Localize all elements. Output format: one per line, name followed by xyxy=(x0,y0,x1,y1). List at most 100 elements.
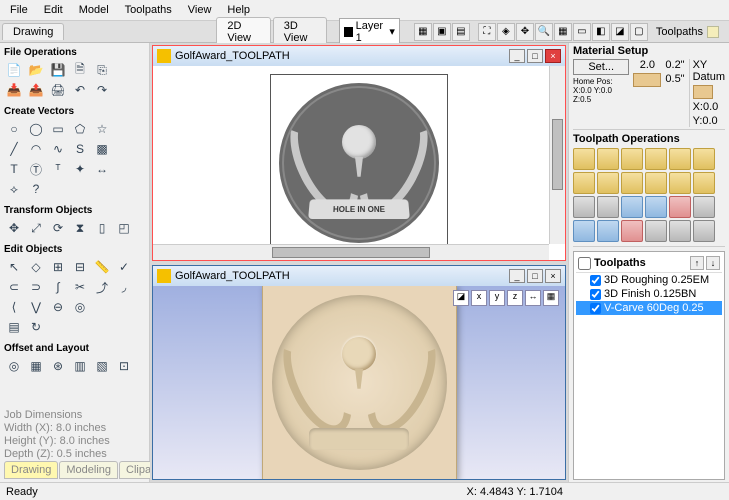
plate-icon[interactable]: ▧ xyxy=(92,356,112,376)
drawing-panel-tab[interactable]: Drawing xyxy=(2,23,64,40)
distort-icon[interactable]: ◰ xyxy=(114,218,134,238)
tab-3d-view[interactable]: 3D View xyxy=(273,17,327,46)
measure-icon[interactable]: 📏 xyxy=(92,257,112,277)
pin-icon[interactable] xyxy=(707,26,719,38)
draw-polygon-icon[interactable]: ⬠ xyxy=(70,119,90,139)
size-icon[interactable]: ⤢ xyxy=(26,218,46,238)
draw-curve-icon[interactable]: ∿ xyxy=(48,139,68,159)
draw-arc-icon[interactable]: ◠ xyxy=(26,139,46,159)
scrollbar-vertical[interactable] xyxy=(549,66,565,244)
zoom-selected-icon[interactable]: ◈ xyxy=(497,23,515,41)
btab-drawing[interactable]: Drawing xyxy=(4,461,58,479)
trace-bitmap-icon[interactable]: ✦ xyxy=(70,159,90,179)
text-on-curve-icon[interactable]: ᵀ xyxy=(48,159,68,179)
scrollbar-v-thumb[interactable] xyxy=(552,119,563,190)
select-icon[interactable]: ↖ xyxy=(4,257,24,277)
undo-icon[interactable]: ↶ xyxy=(70,80,90,100)
array-copy-icon[interactable]: ▤ xyxy=(4,317,24,337)
merge-toolpath-icon[interactable] xyxy=(597,220,619,242)
draw-line-icon[interactable]: ╱ xyxy=(4,139,24,159)
export-toolpath-icon[interactable] xyxy=(645,220,667,242)
snap-toggle-icon[interactable]: ▣ xyxy=(433,23,451,41)
new-file-icon[interactable]: 📄 xyxy=(4,60,24,80)
export-icon[interactable]: 📤 xyxy=(26,80,46,100)
text-arc-icon[interactable]: Ⓣ xyxy=(26,159,46,179)
texture-toolpath-icon[interactable] xyxy=(597,172,619,194)
calculator-icon[interactable] xyxy=(693,196,715,218)
minimize-button[interactable]: _ xyxy=(509,49,525,63)
batch-icon[interactable] xyxy=(693,220,715,242)
stop-icon[interactable] xyxy=(621,220,643,242)
summary-icon[interactable] xyxy=(645,196,667,218)
toolpath-item[interactable]: 3D Finish 0.125BN xyxy=(576,287,722,301)
iso-view-icon[interactable]: ◪ xyxy=(453,290,469,306)
3d-canvas-area[interactable]: ◪ x y z ↔ ▦ xyxy=(153,286,565,480)
vector-texture-icon[interactable]: ▩ xyxy=(92,139,112,159)
move-down-icon[interactable]: ↓ xyxy=(706,256,720,270)
close-button[interactable]: × xyxy=(545,269,561,283)
toolpaths-panel-tab[interactable]: Toolpaths xyxy=(648,26,727,38)
menu-model[interactable]: Model xyxy=(73,2,115,18)
menu-edit[interactable]: Edit xyxy=(38,2,69,18)
ungroup-icon[interactable]: ⊟ xyxy=(70,257,90,277)
maximize-button[interactable]: □ xyxy=(527,49,543,63)
view-toggle-icon[interactable]: ▦ xyxy=(543,290,559,306)
profile-toolpath-icon[interactable] xyxy=(573,148,595,170)
circular-copy-icon[interactable]: ↻ xyxy=(26,317,46,337)
import-icon[interactable]: 📥 xyxy=(4,80,24,100)
menu-help[interactable]: Help xyxy=(221,2,256,18)
layer-selector[interactable]: Layer 1 ▾ xyxy=(339,18,400,46)
pocket-toolpath-icon[interactable] xyxy=(597,148,619,170)
btab-modeling[interactable]: Modeling xyxy=(59,461,118,479)
zoom-window-icon[interactable]: 🔍 xyxy=(535,23,553,41)
fillet-icon[interactable]: ◞ xyxy=(114,277,134,297)
interactive-trim-icon[interactable]: ⋁ xyxy=(26,297,46,317)
save-toolpath-icon[interactable] xyxy=(573,220,595,242)
text-icon[interactable]: T xyxy=(4,159,24,179)
rotate-icon[interactable]: ⟳ xyxy=(48,218,68,238)
toggle-3d-icon[interactable]: ◧ xyxy=(592,23,610,41)
estimate-time-icon[interactable] xyxy=(621,196,643,218)
view-top-icon[interactable]: ▢ xyxy=(630,23,648,41)
draw-star-icon[interactable]: ☆ xyxy=(92,119,112,139)
save-as-icon[interactable]: 🗎 xyxy=(70,60,90,80)
draw-bezier-icon[interactable]: S xyxy=(70,139,90,159)
scrollbar-h-thumb[interactable] xyxy=(272,247,430,258)
scrollbar-horizontal[interactable] xyxy=(153,244,549,260)
vcarve-toolpath-icon[interactable] xyxy=(645,148,667,170)
point-icon[interactable]: ⟡ xyxy=(4,179,24,199)
more-vectors-icon[interactable]: ? xyxy=(26,179,46,199)
toolpath-checkbox[interactable] xyxy=(590,275,601,286)
move-icon[interactable]: ✥ xyxy=(4,218,24,238)
circular-array-icon[interactable]: ⊛ xyxy=(48,356,68,376)
menu-view[interactable]: View xyxy=(182,2,218,18)
prism-toolpath-icon[interactable] xyxy=(693,148,715,170)
preview-all-icon[interactable] xyxy=(573,196,595,218)
3d-finish-toolpath-icon[interactable] xyxy=(645,172,667,194)
chamfer-toolpath-icon[interactable] xyxy=(669,172,691,194)
save-file-icon[interactable]: 💾 xyxy=(48,60,68,80)
3d-rough-toolpath-icon[interactable] xyxy=(621,172,643,194)
maximize-button[interactable]: □ xyxy=(527,269,543,283)
tool-database-icon[interactable] xyxy=(669,220,691,242)
menu-file[interactable]: File xyxy=(4,2,34,18)
view-z-icon[interactable]: z xyxy=(507,290,523,306)
snap-grid-icon[interactable]: ▦ xyxy=(414,23,432,41)
menu-toolpaths[interactable]: Toolpaths xyxy=(119,2,178,18)
vector-validator-icon[interactable]: ✓ xyxy=(114,257,134,277)
zoom-extents-icon[interactable]: ⛶ xyxy=(478,23,496,41)
view-fit-icon[interactable]: ↔ xyxy=(525,290,541,306)
ruler-icon[interactable]: ▤ xyxy=(452,23,470,41)
close-vector-icon[interactable]: ⊃ xyxy=(26,277,46,297)
trim-icon[interactable]: ⟨ xyxy=(4,297,24,317)
2d-canvas-area[interactable]: HOLE IN ONE xyxy=(153,66,565,260)
view-iso-icon[interactable]: ◪ xyxy=(611,23,629,41)
preview-sphere-icon[interactable] xyxy=(597,196,619,218)
print-icon[interactable]: 🖨 xyxy=(48,80,68,100)
cascade-icon[interactable]: ▭ xyxy=(573,23,591,41)
delete-preview-icon[interactable] xyxy=(669,196,691,218)
2d-canvas[interactable]: HOLE IN ONE xyxy=(157,70,561,256)
curve-fit-icon[interactable]: ∫ xyxy=(48,277,68,297)
move-up-icon[interactable]: ↑ xyxy=(690,256,704,270)
align-icon[interactable]: ▯ xyxy=(92,218,112,238)
